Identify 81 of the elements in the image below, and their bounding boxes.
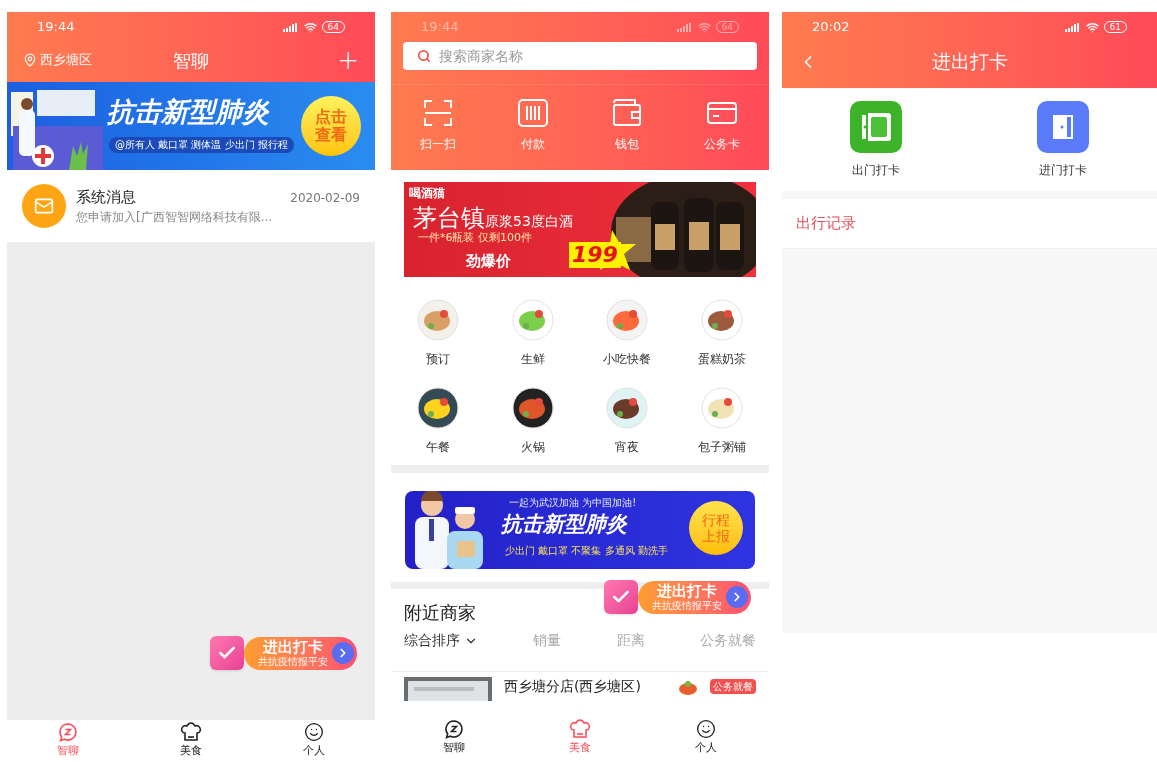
chevron-right-icon bbox=[332, 642, 354, 664]
category-item[interactable]: 午餐 bbox=[391, 377, 486, 465]
tab-bar-item[interactable]: 个人 bbox=[643, 714, 769, 762]
search-icon bbox=[417, 49, 431, 63]
door-icon bbox=[1037, 101, 1090, 153]
brand-name: 喝酒猫 bbox=[409, 185, 445, 202]
section-title: 附近商家 bbox=[404, 602, 476, 623]
barcode-icon bbox=[517, 99, 548, 127]
dish-icon bbox=[678, 678, 698, 695]
chat-bubble-icon bbox=[58, 722, 79, 743]
promo-banner[interactable]: 喝酒猫 茅台镇原浆53度白酒 一件*6瓶装 仅剩100件 劲爆价 199 bbox=[404, 182, 756, 277]
page-title: 进出打卡 bbox=[931, 48, 1008, 74]
scan-icon bbox=[423, 99, 454, 127]
badge-title: 进出打卡 bbox=[263, 638, 323, 656]
category-item[interactable]: 蛋糕奶茶 bbox=[674, 289, 769, 377]
badge-subtitle: 共抗疫情报平安 bbox=[652, 599, 722, 612]
campaign-title: 抗击新型肺炎 bbox=[501, 511, 627, 537]
wifi-icon bbox=[1085, 20, 1099, 34]
smiley-icon bbox=[696, 719, 716, 740]
search-field[interactable]: 搜索商家名称 bbox=[439, 45, 743, 67]
wifi-icon bbox=[303, 20, 317, 34]
category-item[interactable]: 火锅 bbox=[485, 377, 580, 465]
dish-icon bbox=[416, 298, 461, 342]
tab-bar-item[interactable]: 美食 bbox=[129, 720, 253, 762]
badge-subtitle: 共抗疫情报平安 bbox=[258, 655, 328, 668]
wallet-icon bbox=[612, 99, 643, 127]
dish-icon bbox=[416, 386, 461, 430]
tab-bar-item[interactable]: 智聊 bbox=[391, 714, 517, 762]
wifi-icon bbox=[697, 20, 711, 34]
status-time: 19:44 bbox=[421, 18, 459, 37]
mail-icon bbox=[22, 184, 66, 228]
checkmark-icon bbox=[210, 636, 244, 670]
message-preview: 您申请加入[广西智智网络科技有限... bbox=[76, 209, 274, 227]
banner-subtitle: @所有人 戴口罩 测体温 少出门 报行程 bbox=[109, 137, 294, 153]
shop-name: 西乡塘分店(西乡塘区) bbox=[504, 677, 642, 696]
campaign-slogan: 一起为武汉加油 为中国加油! bbox=[509, 496, 637, 510]
dish-icon bbox=[699, 386, 744, 430]
check-in-button[interactable]: 出门打卡 bbox=[782, 101, 970, 179]
chat-bubble-icon bbox=[444, 719, 464, 740]
search-bar[interactable]: 搜索商家名称 bbox=[403, 42, 757, 70]
signal-icon bbox=[1064, 22, 1081, 32]
sort-option[interactable]: 综合排序 bbox=[404, 630, 478, 651]
checkmark-icon bbox=[604, 580, 638, 614]
chevron-right-icon bbox=[726, 586, 748, 608]
dish-icon bbox=[699, 298, 744, 342]
dish-icon bbox=[605, 298, 650, 342]
category-item[interactable]: 包子粥铺 bbox=[674, 377, 769, 465]
tab-bar-item[interactable]: 个人 bbox=[252, 720, 375, 762]
badge-title: 进出打卡 bbox=[657, 582, 717, 600]
status-time: 20:02 bbox=[812, 18, 850, 37]
promo-offer: 一件*6瓶装 仅剩100件 bbox=[418, 230, 532, 246]
promo-headline: 茅台镇 bbox=[413, 203, 485, 232]
travel-records-link[interactable]: 出行记录 bbox=[796, 212, 856, 235]
location-pin-icon bbox=[23, 53, 37, 67]
campaign-banner[interactable]: 一起为武汉加油 为中国加油! 抗击新型肺炎 少出门 戴口罩 不聚集 多通风 勤洗手 行程 上报 bbox=[405, 491, 755, 569]
status-time: 19:44 bbox=[37, 18, 75, 37]
chef-hat-icon bbox=[569, 719, 591, 740]
campaign-banner[interactable]: 抗击新型肺炎 @所有人 戴口罩 测体温 少出门 报行程 点击 查看 bbox=[7, 82, 375, 170]
dish-icon bbox=[605, 386, 650, 430]
message-date: 2020-02-09 bbox=[290, 190, 360, 207]
category-item[interactable]: 小吃快餐 bbox=[580, 289, 675, 377]
message-title: 系统消息 bbox=[76, 186, 137, 208]
dish-icon bbox=[510, 386, 555, 430]
promo-price: 199 bbox=[569, 242, 621, 268]
shop-tag: 公务就餐 bbox=[710, 679, 756, 694]
banner-title: 抗击新型肺炎 bbox=[107, 96, 269, 128]
campaign-tips: 少出门 戴口罩 不聚集 多通风 勤洗手 bbox=[505, 544, 668, 558]
category-item[interactable]: 宵夜 bbox=[580, 377, 675, 465]
check-in-button[interactable]: 进门打卡 bbox=[969, 101, 1157, 179]
card-icon bbox=[706, 99, 737, 127]
signal-icon bbox=[676, 22, 693, 32]
smiley-icon bbox=[303, 722, 324, 743]
price-label: 劲爆价 bbox=[466, 251, 511, 272]
signal-icon bbox=[282, 22, 299, 32]
category-item[interactable]: 生鲜 bbox=[485, 289, 580, 377]
promo-detail: 原浆53度白酒 bbox=[485, 213, 573, 229]
chef-hat-icon bbox=[180, 722, 202, 743]
dish-icon bbox=[510, 298, 555, 342]
page-title: 智聊 bbox=[173, 48, 209, 73]
door-icon bbox=[849, 101, 902, 153]
category-item[interactable]: 预订 bbox=[391, 289, 486, 377]
